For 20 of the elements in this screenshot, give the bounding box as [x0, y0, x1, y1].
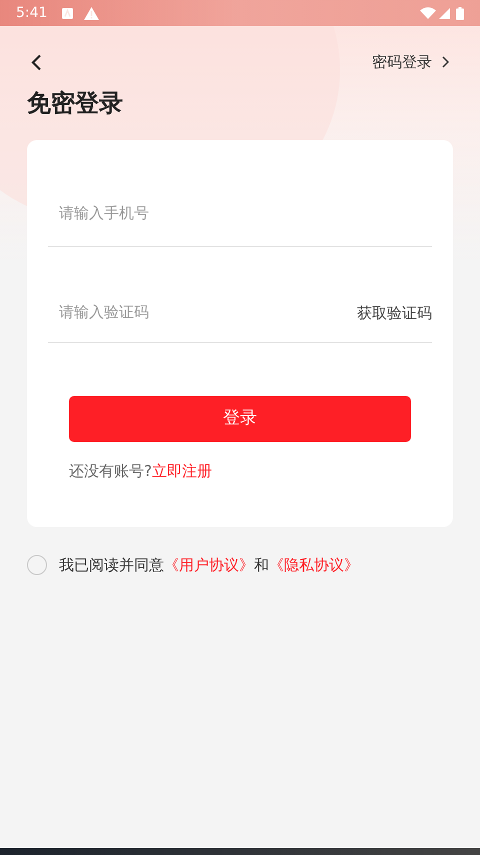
- code-field[interactable]: 请输入验证码: [48, 301, 357, 324]
- battery-icon: [456, 6, 464, 20]
- get-code-button[interactable]: 获取验证码: [357, 302, 432, 324]
- page-title: 免密登录: [27, 88, 124, 118]
- status-time: 5:41: [16, 4, 48, 22]
- register-prompt: 还没有账号?立即注册: [69, 461, 213, 482]
- notification-icon: [62, 8, 74, 18]
- signal-icon: [439, 8, 450, 18]
- back-icon[interactable]: [31, 54, 42, 70]
- chevron-right-icon: [442, 56, 449, 68]
- agreement-text: 我已阅读并同意《用户协议》和《隐私协议》: [59, 555, 359, 576]
- password-login-link[interactable]: 密码登录: [372, 50, 449, 74]
- wifi-icon: [420, 7, 436, 19]
- agreement-link[interactable]: 《隐私协议》: [269, 556, 359, 574]
- phone-field[interactable]: 请输入手机号: [48, 181, 432, 224]
- agreement-checkbox[interactable]: [27, 555, 47, 576]
- login-button[interactable]: 登录: [69, 396, 411, 442]
- agreement-link[interactable]: 《用户协议》: [164, 556, 254, 574]
- register-link[interactable]: 立即注册: [152, 462, 212, 480]
- warning-icon: [84, 6, 100, 20]
